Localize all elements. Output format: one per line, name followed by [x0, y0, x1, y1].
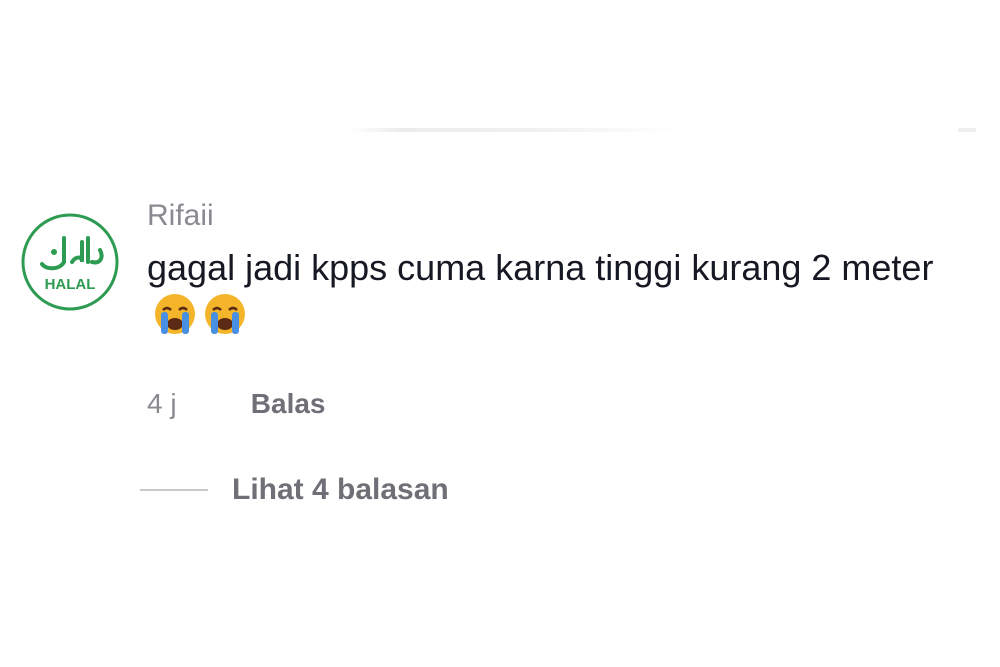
loudly-crying-face-icon — [203, 292, 247, 348]
previous-comment-remnant — [350, 128, 680, 132]
comment-meta: 4 j Balas — [147, 386, 326, 422]
avatar-label: HALAL — [45, 276, 96, 293]
view-replies-button[interactable]: Lihat 4 balasan — [140, 472, 449, 508]
loudly-crying-face-icon — [153, 292, 197, 348]
view-replies-divider — [140, 489, 208, 491]
view-replies-label: Lihat 4 balasan — [232, 473, 449, 506]
previous-comment-remnant-dot — [958, 128, 976, 132]
reply-button[interactable]: Balas — [251, 386, 326, 422]
avatar[interactable]: HALAL — [20, 212, 120, 312]
halal-logo-icon: HALAL — [21, 213, 119, 311]
comment-text-block: gagal jadi kpps cuma karna tinggi kurang… — [147, 244, 967, 348]
comment-username[interactable]: Rifaii — [147, 196, 977, 236]
comment-time: 4 j — [147, 388, 177, 419]
comment-text: gagal jadi kpps cuma karna tinggi kurang… — [147, 247, 934, 288]
comment-body: Rifaii gagal jadi kpps cuma karna tinggi… — [147, 196, 977, 348]
